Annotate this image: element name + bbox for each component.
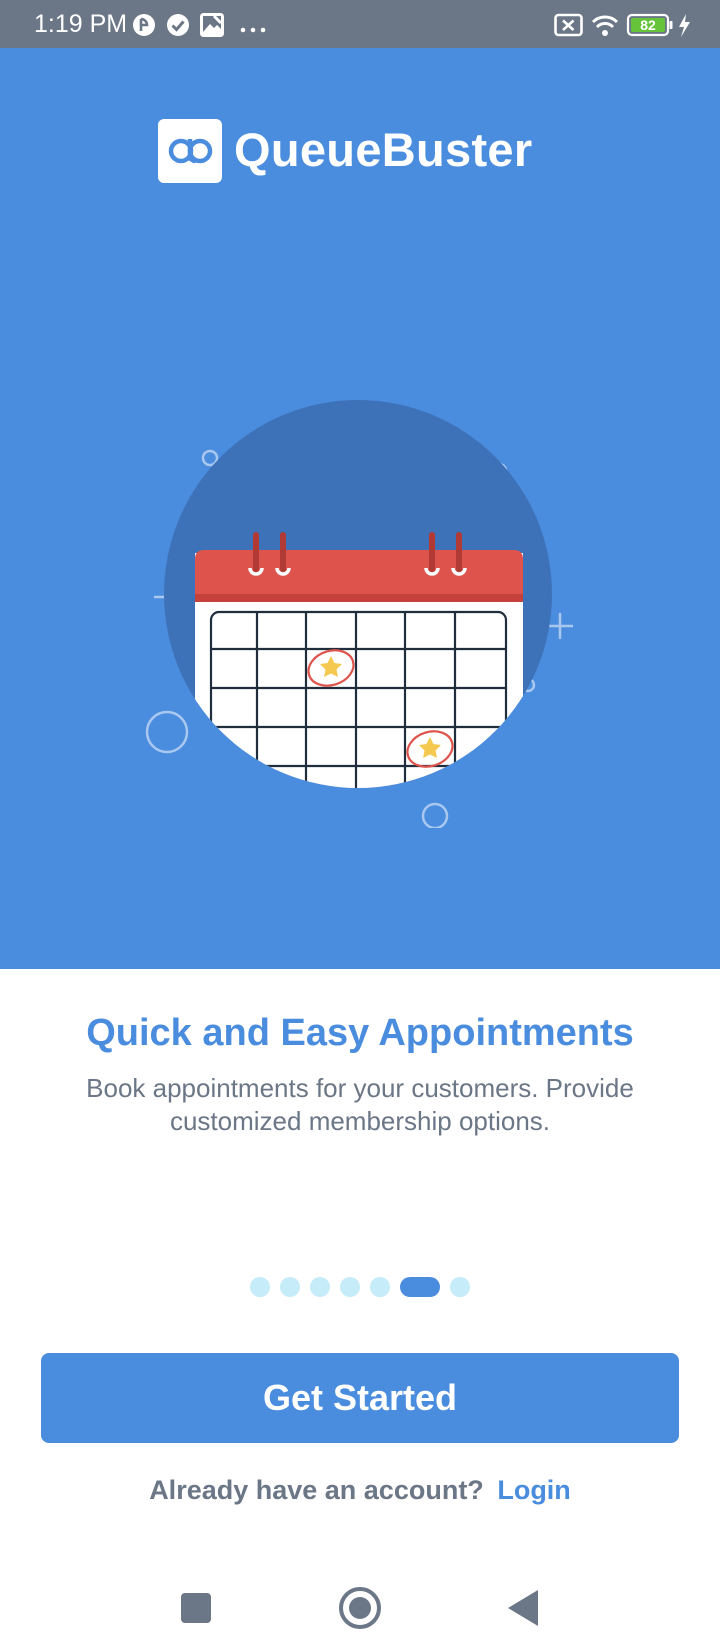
pager-dot[interactable] (280, 1277, 300, 1297)
more-dots-icon (240, 21, 266, 39)
queuebuster-logo-icon (158, 119, 222, 183)
get-started-button[interactable]: Get Started (41, 1353, 679, 1443)
status-time: 1:19 PM (34, 10, 128, 38)
onboarding-pager (0, 1276, 720, 1298)
login-link[interactable]: Login (497, 1475, 570, 1505)
calendar-illustration (140, 358, 580, 833)
wifi-icon (591, 15, 619, 36)
pager-dot-active[interactable] (400, 1277, 440, 1297)
charging-icon (679, 14, 690, 37)
no-sim-icon (554, 13, 583, 37)
app-notification-icon (132, 13, 156, 42)
recents-square-icon[interactable] (168, 1580, 224, 1636)
pager-dot[interactable] (250, 1277, 270, 1297)
status-icons-right: 82 (554, 12, 704, 38)
pager-dot[interactable] (370, 1277, 390, 1297)
pager-dot[interactable] (310, 1277, 330, 1297)
status-bar: 1:19 PM 82 (0, 0, 720, 48)
slide-description: Book appointments for your customers. Pr… (86, 1073, 634, 1136)
system-navigation-bar (0, 1560, 720, 1650)
image-icon (200, 13, 224, 42)
back-triangle-icon[interactable] (496, 1580, 552, 1636)
home-circle-icon[interactable] (332, 1580, 388, 1636)
login-question: Already have an account? (149, 1475, 484, 1505)
slide-title: Quick and Easy Appointments (86, 1012, 634, 1054)
pager-dot[interactable] (450, 1277, 470, 1297)
battery-level: 82 (640, 17, 656, 33)
check-circle-icon (166, 13, 190, 42)
pager-dot[interactable] (340, 1277, 360, 1297)
hero-banner: QueueBuster (0, 48, 720, 969)
login-prompt: Already have an account? Login (0, 1473, 720, 1507)
brand-name: QueueBuster (234, 123, 533, 176)
